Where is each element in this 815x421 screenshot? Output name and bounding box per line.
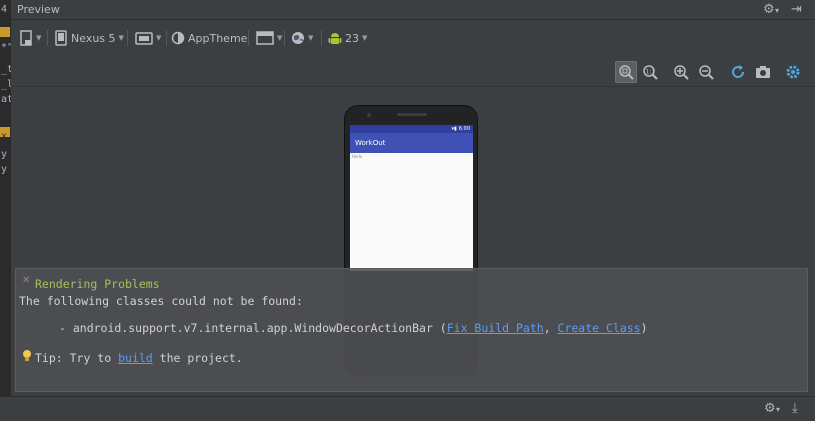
document-icon bbox=[20, 30, 32, 46]
panel-title: Preview bbox=[17, 3, 60, 16]
lightbulb-icon bbox=[23, 350, 31, 361]
zoom-out-button[interactable] bbox=[695, 61, 717, 83]
fix-build-path-link[interactable]: Fix Build Path bbox=[447, 321, 544, 335]
missing-class-text: - android.support.v7.internal.app.Window… bbox=[59, 321, 447, 335]
tip-suffix: the project. bbox=[152, 351, 243, 365]
device-speaker bbox=[397, 113, 427, 116]
preview-title-bar: Preview ⚙ ▾ ⇥ bbox=[11, 0, 815, 20]
locale-selector[interactable]: ▼ bbox=[291, 29, 313, 47]
globe-icon bbox=[292, 32, 304, 44]
theme-icon bbox=[171, 31, 185, 45]
editor-gutter: 4 *" _t _l at x y y bbox=[0, 0, 11, 396]
device-camera bbox=[367, 113, 371, 117]
gutter-fragment: x bbox=[1, 131, 8, 142]
zoom-in-icon bbox=[674, 65, 689, 80]
signal-icon: ▾▮ bbox=[451, 126, 457, 132]
zoom-fit-icon bbox=[619, 65, 634, 80]
create-class-link[interactable]: Create Class bbox=[558, 321, 641, 335]
download-icon[interactable]: ⤓ bbox=[792, 401, 798, 416]
toolbar-separator bbox=[284, 30, 285, 46]
gutter-fragment: _l bbox=[1, 79, 11, 90]
camera-icon bbox=[756, 66, 770, 78]
tip-prefix: Tip: Try to bbox=[35, 351, 119, 365]
app-title: WorkOut bbox=[355, 139, 386, 147]
svg-text:1:1: 1:1 bbox=[646, 69, 656, 76]
device-status-bar: ▾▮ 6:00 bbox=[350, 125, 473, 133]
settings-gear-icon[interactable]: ⚙ bbox=[764, 401, 776, 416]
gutter-fragment: 4 bbox=[1, 4, 8, 15]
gutter-fragment: at bbox=[1, 94, 11, 105]
chevron-down-icon: ▼ bbox=[118, 34, 124, 42]
toolbar-separator bbox=[321, 30, 322, 46]
layout-config-button[interactable]: ▼ bbox=[19, 29, 41, 47]
orientation-button[interactable]: ▼ bbox=[135, 29, 161, 47]
chevron-down-icon: ▼ bbox=[36, 34, 42, 42]
gutter-fragment: y bbox=[1, 164, 8, 175]
phone-icon bbox=[55, 30, 67, 46]
link-separator: , bbox=[543, 321, 558, 335]
theme-selector[interactable]: AppTheme bbox=[171, 29, 247, 47]
problems-message: The following classes could not be found… bbox=[19, 294, 303, 308]
android-icon bbox=[328, 32, 342, 44]
refresh-icon bbox=[732, 65, 745, 78]
settings-gear-icon[interactable]: ⚙ bbox=[763, 2, 775, 17]
chevron-down-icon: ▼ bbox=[362, 34, 368, 42]
settings-gear-icon bbox=[786, 65, 800, 79]
chevron-down-icon: ▼ bbox=[308, 34, 314, 42]
screenshot-button[interactable] bbox=[752, 61, 774, 83]
hide-panel-icon[interactable]: ⇥ bbox=[791, 2, 802, 17]
zoom-in-button[interactable] bbox=[670, 61, 692, 83]
tip-line: Tip: Try to build the project. bbox=[35, 351, 243, 365]
hello-text: Hello bbox=[352, 154, 363, 159]
toolbar-separator bbox=[248, 30, 249, 46]
device-screen[interactable]: ▾▮ 6:00 WorkOut Hello bbox=[350, 125, 473, 271]
problems-heading: Rendering Problems bbox=[35, 277, 160, 291]
status-time: 6:00 bbox=[458, 126, 470, 132]
theme-label: AppTheme bbox=[188, 31, 248, 45]
device-selector[interactable]: Nexus 5 ▼ bbox=[55, 29, 124, 47]
activity-icon bbox=[256, 31, 274, 45]
rendering-problems-panel: ✕ Rendering Problems The following class… bbox=[15, 268, 808, 392]
toolbar-separator bbox=[47, 30, 48, 46]
closing-paren: ) bbox=[640, 321, 648, 335]
toolbar-separator bbox=[166, 30, 167, 46]
zoom-to-fit-button[interactable]: 1:1 bbox=[639, 61, 661, 83]
build-link[interactable]: build bbox=[118, 351, 153, 365]
gutter-fragment: _t bbox=[1, 64, 11, 75]
chevron-down-icon[interactable]: ▾ bbox=[776, 405, 780, 414]
app-action-bar: WorkOut bbox=[350, 133, 473, 153]
chevron-down-icon: ▼ bbox=[277, 34, 283, 42]
api-level-selector[interactable]: 23 ▼ bbox=[328, 29, 367, 47]
bottom-status-bar: ⚙ ▾ ⤓ bbox=[0, 396, 815, 421]
zoom-out-icon bbox=[699, 65, 714, 80]
refresh-button[interactable] bbox=[727, 61, 749, 83]
api-level-label: 23 bbox=[345, 31, 359, 45]
zoom-toolbar: 1:1 bbox=[11, 57, 815, 87]
zoom-actual-size-button[interactable] bbox=[615, 61, 637, 83]
gutter-fragment: y bbox=[1, 149, 8, 160]
toolbar-separator bbox=[127, 30, 128, 46]
chevron-down-icon[interactable]: ▾ bbox=[775, 6, 779, 15]
preview-window: 4 *" _t _l at x y y Preview ⚙ ▾ ⇥ ▼ Nexu… bbox=[0, 0, 815, 421]
gutter-fragment: *" bbox=[1, 42, 11, 53]
device-label: Nexus 5 bbox=[71, 31, 116, 45]
preview-toolbar: ▼ Nexus 5 ▼ ▼ AppTheme ▼ ▼ 23 ▼ bbox=[11, 21, 815, 55]
close-icon[interactable]: ✕ bbox=[22, 275, 30, 286]
chevron-down-icon: ▼ bbox=[156, 34, 162, 42]
missing-class-line: - android.support.v7.internal.app.Window… bbox=[59, 321, 648, 335]
highlight-marker bbox=[0, 27, 10, 37]
zoom-1to1-icon: 1:1 bbox=[643, 65, 658, 80]
preview-options-button[interactable] bbox=[783, 61, 805, 83]
activity-selector[interactable]: ▼ bbox=[256, 29, 282, 47]
rotate-screen-icon bbox=[135, 32, 153, 45]
